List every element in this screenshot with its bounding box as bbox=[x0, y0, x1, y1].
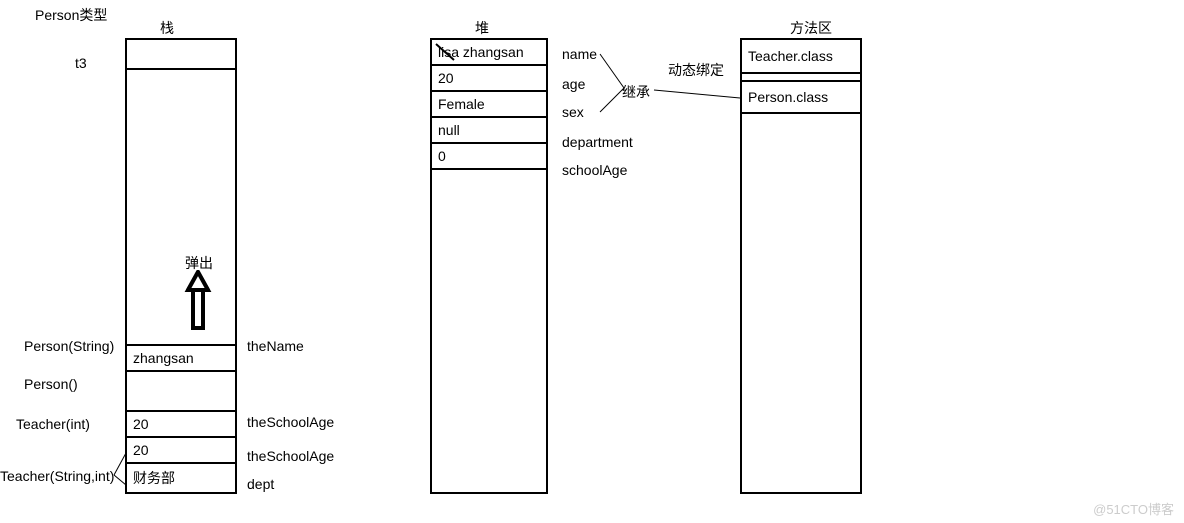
stack-right-thename: theName bbox=[247, 338, 304, 354]
stack-cell-empty bbox=[127, 372, 235, 412]
t3-label: t3 bbox=[75, 55, 87, 71]
stack-right-schoolage2: theSchoolAge bbox=[247, 448, 334, 464]
heap-cell-name: lisa zhangsan bbox=[432, 40, 546, 66]
person-empty-label: Person() bbox=[24, 376, 78, 392]
heap-title: 堆 bbox=[475, 18, 489, 38]
dynamic-bind-line bbox=[650, 76, 745, 106]
teacher-string-int-label: Teacher(String,int) bbox=[0, 468, 114, 484]
stack-right-schoolage1: theSchoolAge bbox=[247, 414, 334, 430]
stack-cell-20a: 20 bbox=[127, 412, 235, 438]
heap-strike-icon bbox=[434, 42, 456, 62]
heap-cell-sex: Female bbox=[432, 92, 546, 118]
heap-cell-age: 20 bbox=[432, 66, 546, 92]
heap-right-age: age bbox=[562, 76, 585, 92]
person-string-label: Person(String) bbox=[24, 338, 114, 354]
person-type-label: Person类型 bbox=[35, 5, 107, 25]
dynamic-bind-label: 动态绑定 bbox=[668, 60, 724, 80]
heap-right-department: department bbox=[562, 134, 633, 150]
method-area-title: 方法区 bbox=[790, 18, 832, 38]
inherit-label: 继承 bbox=[622, 82, 650, 102]
heap-box: lisa zhangsan 20 Female null 0 bbox=[430, 38, 548, 494]
stack-cell-zhangsan: zhangsan bbox=[127, 344, 235, 372]
heap-right-schoolage: schoolAge bbox=[562, 162, 627, 178]
stack-right-dept: dept bbox=[247, 476, 274, 492]
stack-cell-top bbox=[127, 40, 235, 70]
heap-spacer bbox=[432, 170, 546, 492]
teacher-int-label: Teacher(int) bbox=[16, 416, 90, 432]
method-teacher-class: Teacher.class bbox=[742, 40, 860, 74]
popup-arrow-icon bbox=[180, 270, 216, 330]
heap-cell-schoolage: 0 bbox=[432, 144, 546, 170]
watermark: @51CTO博客 bbox=[1093, 499, 1174, 518]
heap-cell-dept: null bbox=[432, 118, 546, 144]
method-spacer bbox=[742, 114, 860, 492]
heap-right-name: name bbox=[562, 46, 597, 62]
stack-box: zhangsan 20 20 财务部 bbox=[125, 38, 237, 494]
heap-right-sex: sex bbox=[562, 104, 584, 120]
method-area-box: Teacher.class Person.class bbox=[740, 38, 862, 494]
stack-cell-20b: 20 bbox=[127, 438, 235, 464]
stack-title: 栈 bbox=[160, 18, 174, 38]
method-person-class: Person.class bbox=[742, 80, 860, 114]
stack-cell-dept: 财务部 bbox=[127, 464, 235, 492]
